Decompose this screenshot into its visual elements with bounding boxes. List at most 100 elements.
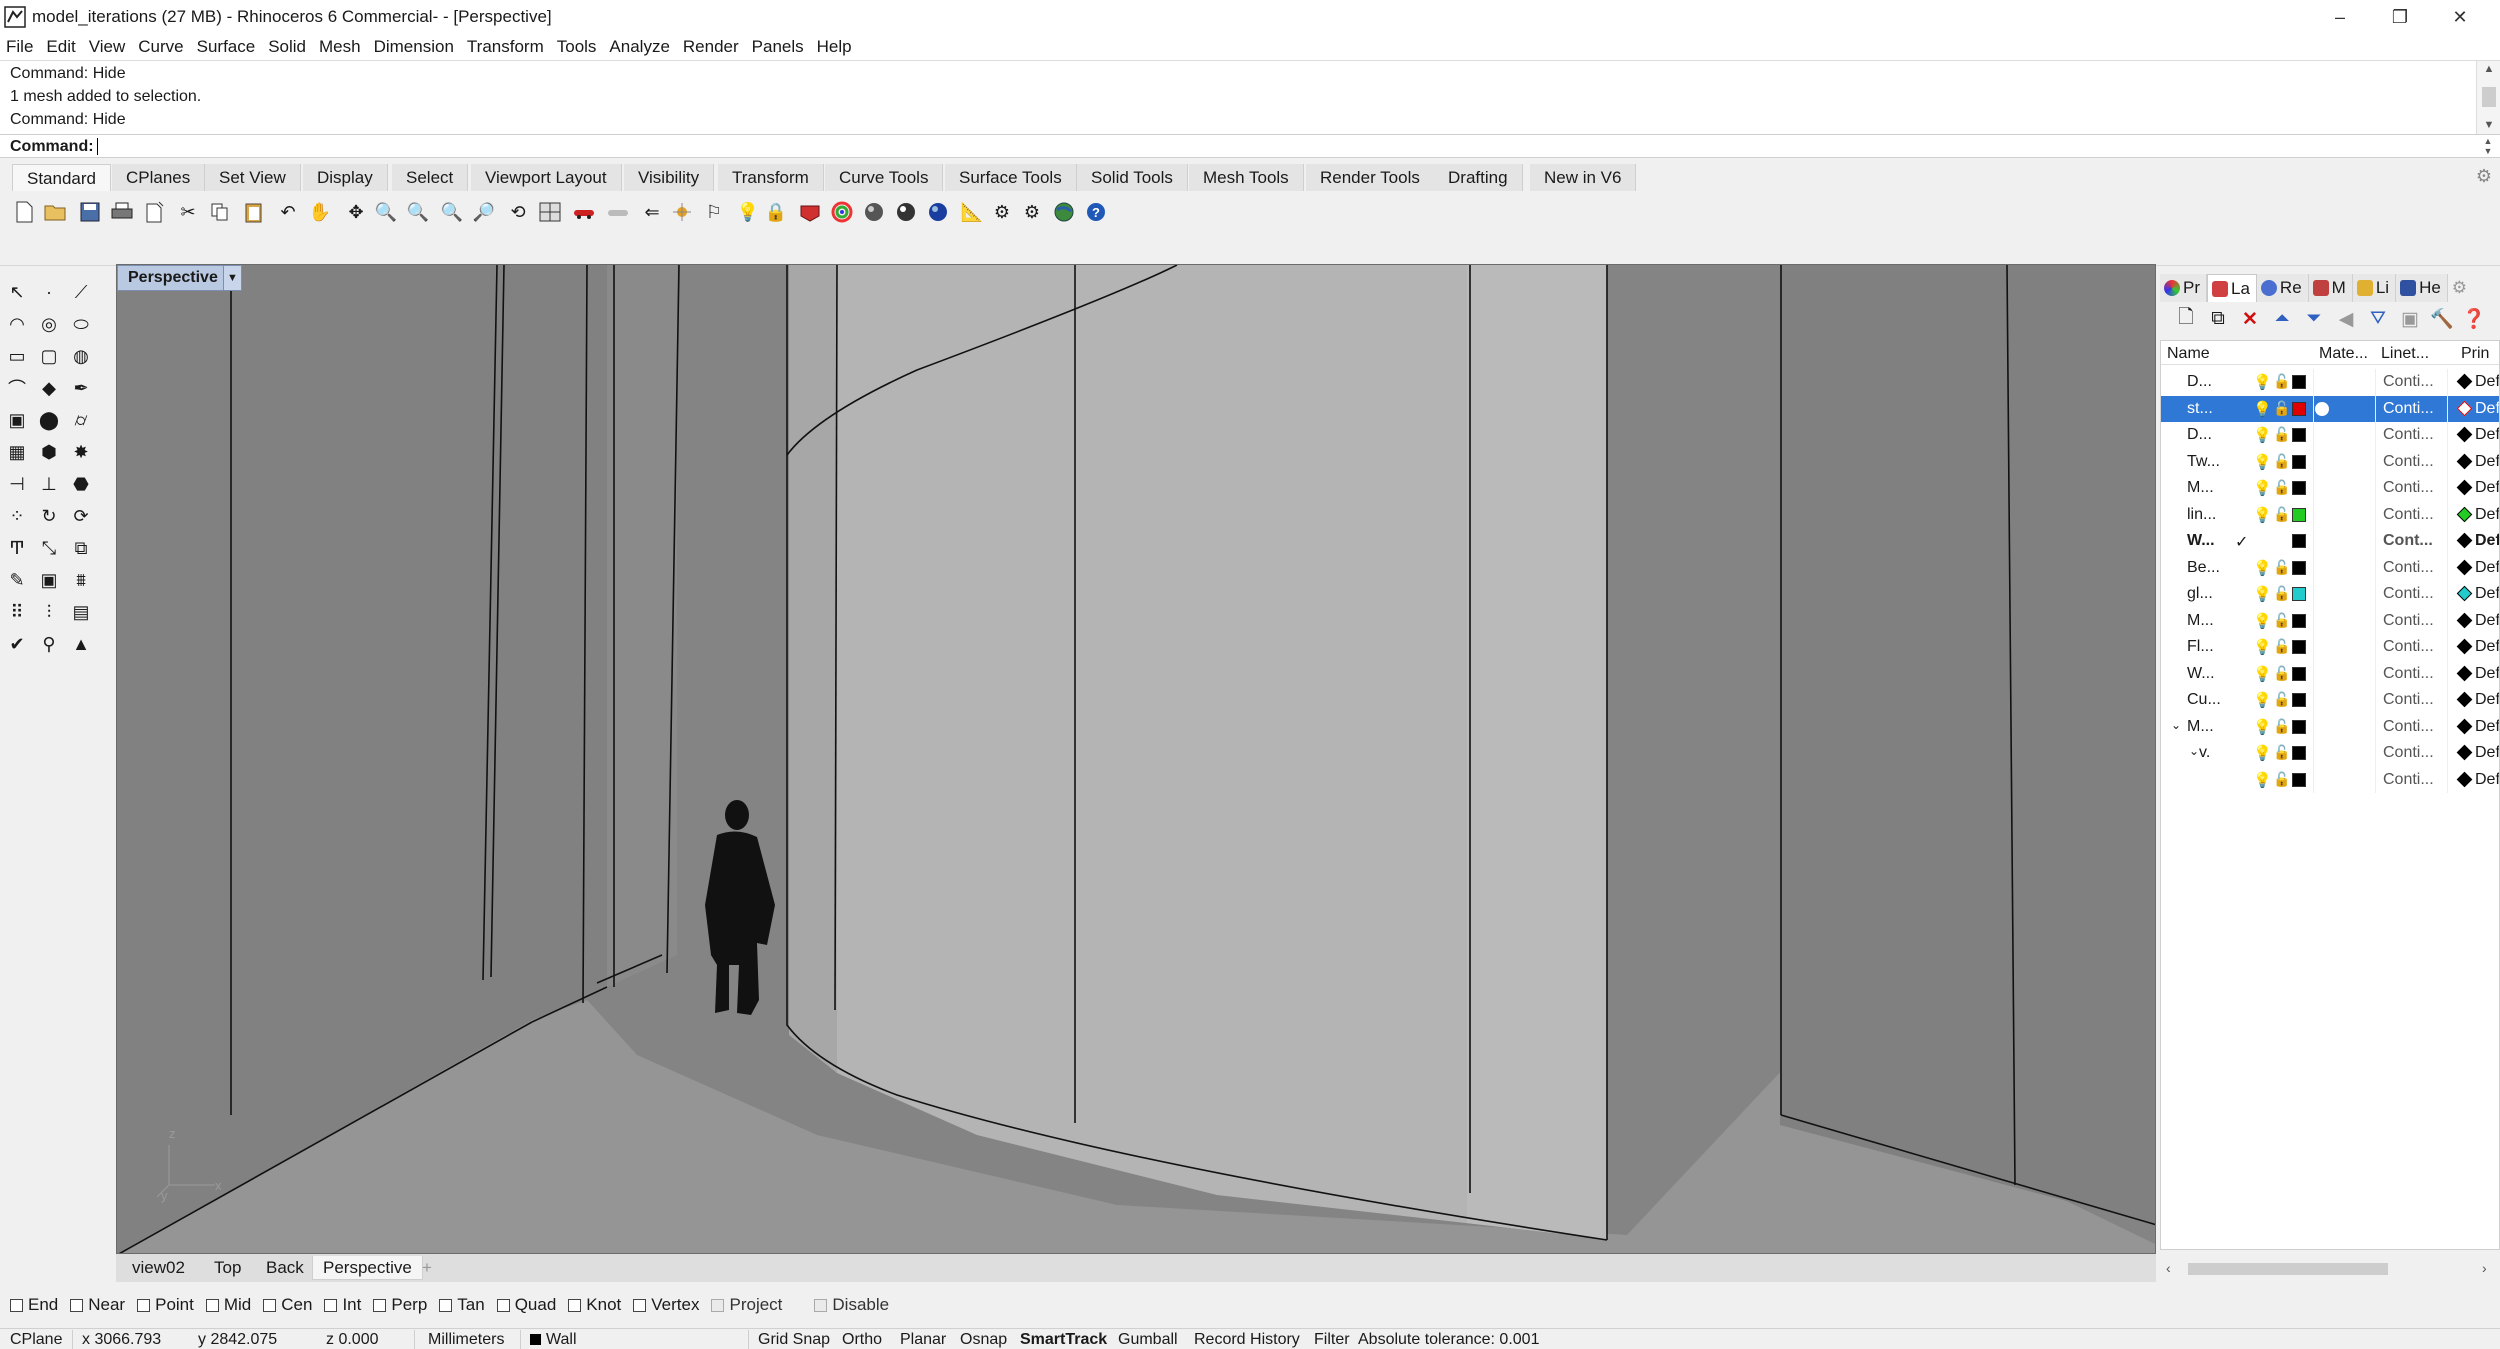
layer-hscrollbar[interactable]: ‹ › <box>2160 1258 2500 1280</box>
layer-row[interactable]: Be... 💡🔓 Conti... Defa <box>2161 554 2499 581</box>
scene-canvas[interactable]: z y x <box>117 265 2156 1254</box>
lightbulb-icon[interactable]: 💡 <box>2253 373 2272 391</box>
layer-name[interactable]: D... <box>2187 373 2212 391</box>
checkbox[interactable] <box>568 1298 582 1312</box>
tab-solid-tools[interactable]: Solid Tools <box>1077 164 1188 191</box>
tab-transform[interactable]: Transform <box>718 164 824 191</box>
tab-help[interactable]: He <box>2396 274 2448 302</box>
lock-icon[interactable]: 🔓 <box>2273 718 2290 735</box>
tab-select[interactable]: Select <box>392 164 469 191</box>
rotate-3d-icon[interactable]: ⟳ <box>66 502 96 530</box>
checkbox[interactable] <box>10 1298 23 1312</box>
undo-view-icon[interactable]: ⟲ <box>504 198 532 226</box>
layer-color-swatch[interactable] <box>2292 534 2306 548</box>
layer-name[interactable]: Fl... <box>2187 638 2214 656</box>
column-linetype[interactable]: Linet... <box>2381 345 2429 363</box>
tab-render[interactable]: Re <box>2256 274 2309 302</box>
filter-toggle[interactable]: Filter <box>1314 1331 1350 1349</box>
menu-surface[interactable]: Surface <box>197 37 256 57</box>
osnap-end[interactable]: End <box>10 1295 58 1315</box>
polyline-icon[interactable]: ⟋ <box>66 278 96 306</box>
layer-color-swatch[interactable] <box>2292 746 2306 760</box>
history-scrollbar[interactable]: ▲ ▼ <box>2476 61 2500 134</box>
print-color-swatch[interactable] <box>2456 612 2473 628</box>
tab-viewport-layout[interactable]: Viewport Layout <box>471 164 622 191</box>
move-down-icon[interactable]: ⏷ <box>2298 308 2330 330</box>
undo-icon[interactable]: ↶ <box>274 198 302 226</box>
checkbox[interactable] <box>70 1298 84 1312</box>
tab-top[interactable]: Top <box>204 1256 251 1280</box>
lightbulb-icon[interactable]: 💡 <box>2253 638 2272 656</box>
ellipse-icon[interactable]: ⬭ <box>66 310 96 338</box>
layer-color-swatch[interactable] <box>2292 666 2306 681</box>
menu-tools[interactable]: Tools <box>557 37 597 57</box>
layer-row[interactable]: W... ✓ Cont... Defa <box>2161 528 2499 555</box>
cylinder-icon[interactable]: ⌭ <box>66 406 96 434</box>
filter-icon[interactable]: ⛛ <box>2362 308 2394 330</box>
explode-icon[interactable]: ✸ <box>66 438 96 466</box>
move-out-icon[interactable]: ◀ <box>2330 308 2362 331</box>
boolean-icon[interactable]: ⬤ <box>34 406 64 434</box>
menu-render[interactable]: Render <box>683 37 739 57</box>
tab-set-view[interactable]: Set View <box>205 164 301 191</box>
lightbulb-icon[interactable]: 💡 <box>2253 559 2272 577</box>
lock-icon[interactable]: 🔓 <box>2273 479 2290 496</box>
surface-icon[interactable]: ◆ <box>34 374 64 402</box>
layer-row[interactable]: lin... 💡🔓 Conti... Defa <box>2161 501 2499 528</box>
osnap-project[interactable]: Project <box>711 1295 782 1315</box>
lightbulb-icon[interactable]: 💡 <box>2253 612 2272 630</box>
layer-row[interactable]: Tw... 💡🔓 Conti... Defa <box>2161 448 2499 475</box>
checkbox[interactable] <box>711 1298 725 1312</box>
tab-perspective[interactable]: Perspective <box>312 1256 423 1280</box>
lock-icon[interactable]: 🔓 <box>2273 426 2290 443</box>
move-up-icon[interactable]: ⏶ <box>2266 308 2298 330</box>
osnap-vertex[interactable]: Vertex <box>633 1295 699 1315</box>
layer-name[interactable]: M... <box>2187 718 2214 736</box>
layer-color-swatch[interactable] <box>2292 640 2306 654</box>
menu-edit[interactable]: Edit <box>46 37 75 57</box>
layer-color-swatch[interactable] <box>2292 401 2306 416</box>
dimension-icon[interactable]: 📐 <box>958 198 986 226</box>
layer-print-width[interactable]: Defa <box>2475 665 2499 683</box>
lightbulb-icon[interactable]: 💡 <box>2253 744 2272 762</box>
layer-color-swatch[interactable] <box>2292 613 2306 628</box>
layer-linetype[interactable]: Conti... <box>2383 638 2434 656</box>
menu-view[interactable]: View <box>89 37 126 57</box>
scroll-right-icon[interactable]: › <box>2482 1260 2487 1276</box>
osnap-mid[interactable]: Mid <box>205 1295 251 1315</box>
layer-color-swatch[interactable] <box>2292 375 2306 389</box>
curve-icon[interactable]: ◠ <box>2 310 32 338</box>
rotate-view-icon[interactable]: ✥ <box>342 198 370 226</box>
layer-name[interactable]: Tw... <box>2187 453 2220 471</box>
menu-panels[interactable]: Panels <box>752 37 804 57</box>
layer-linetype[interactable]: Conti... <box>2383 559 2434 577</box>
open-file-icon[interactable] <box>42 198 70 226</box>
lightbulb-icon[interactable]: 💡 <box>2253 771 2272 789</box>
layer-name[interactable]: Cu... <box>2187 691 2221 709</box>
checkbox[interactable] <box>633 1298 647 1312</box>
print-icon[interactable] <box>108 198 136 226</box>
lock-icon[interactable]: 🔓 <box>2273 638 2290 655</box>
tab-standard[interactable]: Standard <box>12 164 111 191</box>
layer-name[interactable]: v. <box>2199 744 2210 762</box>
layer-row[interactable]: 💡🔓 Conti... Defa <box>2161 766 2499 793</box>
render-material-icon[interactable] <box>796 198 824 226</box>
options-icon[interactable]: ⚙ <box>1018 198 1046 226</box>
print-color-swatch[interactable] <box>2456 665 2473 681</box>
delete-layer-icon[interactable]: ✕ <box>2234 308 2266 331</box>
osnap-toggle[interactable]: Osnap <box>960 1331 1007 1349</box>
dimension-tool-icon[interactable]: ⫶ <box>34 598 64 626</box>
expand-chevron-icon[interactable]: ⌄ <box>2171 718 2181 732</box>
command-spinner-icon[interactable]: ▲ ▼ <box>2480 136 2496 156</box>
layer-print-width[interactable]: Defa <box>2475 373 2499 391</box>
column-name[interactable]: Name <box>2167 345 2210 363</box>
tab-mesh-tools[interactable]: Mesh Tools <box>1189 164 1304 191</box>
layer-linetype[interactable]: Conti... <box>2383 665 2434 683</box>
zoom-extents-icon[interactable]: 🔍 <box>438 198 466 226</box>
layer-color-swatch[interactable] <box>2292 507 2306 522</box>
unlock-icon[interactable]: ⚐ <box>700 198 728 226</box>
lightbulb-icon[interactable]: 💡 <box>2253 453 2272 471</box>
layer-print-width[interactable]: Defa <box>2475 585 2499 603</box>
point-icon[interactable]: · <box>34 278 64 306</box>
layer-row[interactable]: st... 💡🔓 Conti... Defa <box>2161 395 2499 422</box>
